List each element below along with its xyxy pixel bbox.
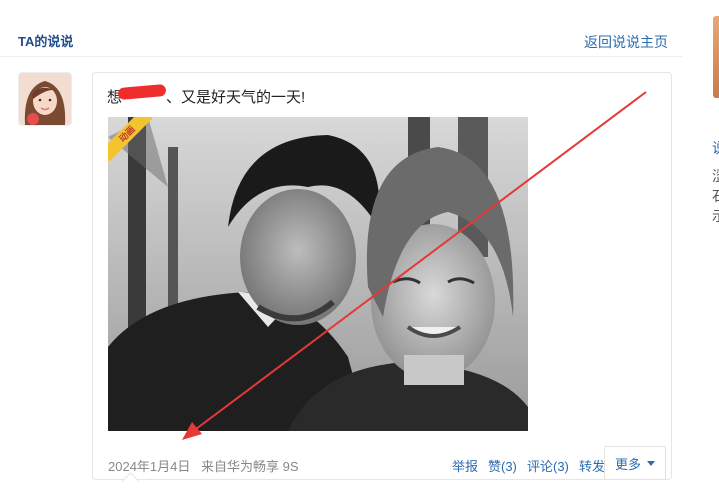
annotation-arrow <box>182 91 647 440</box>
